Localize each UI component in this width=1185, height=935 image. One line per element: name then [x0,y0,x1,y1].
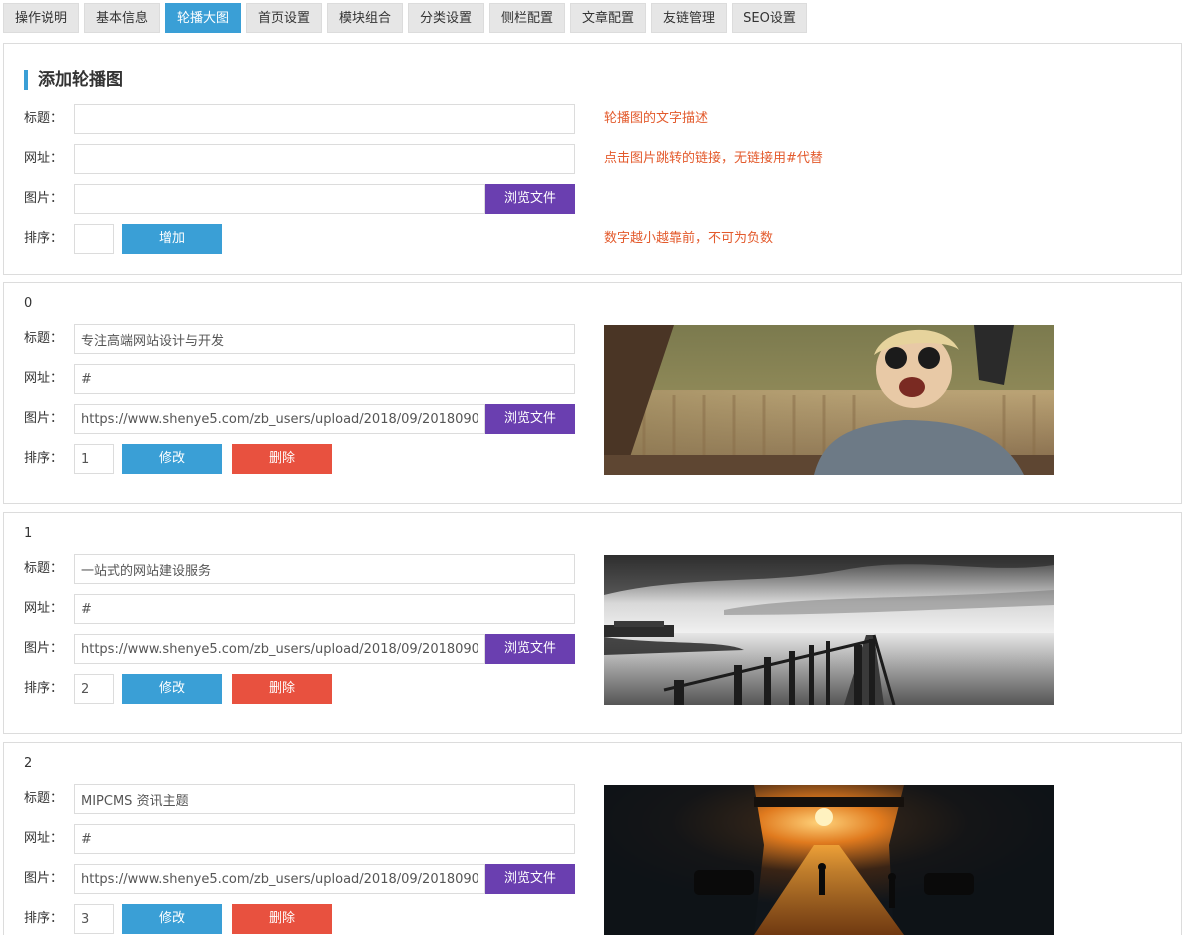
order-label: 排序： [24,681,64,696]
carousel-item-panel: 1 标题： 网址： 图片： 浏览文件 排序： 修改 删除 [3,512,1182,734]
order-input[interactable] [74,444,114,474]
carousel-item-panel: 2 标题： 网址： 图片： 浏览文件 排序： 修改 删除 [3,742,1182,935]
title-label: 标题： [24,111,64,126]
image-label: 图片： [24,641,64,656]
image-label: 图片： [24,871,64,886]
title-label: 标题： [24,561,64,576]
tab-article-config[interactable]: 文章配置 [570,3,646,33]
carousel-item-panel: 0 标题： 网址： 图片： 浏览文件 排序： 修改 删除 [3,282,1182,504]
url-label: 网址： [24,601,64,616]
order-hint: 数字越小越靠前，不可为负数 [604,231,774,246]
url-input[interactable] [74,594,575,624]
order-input[interactable] [74,674,114,704]
tab-basic-info[interactable]: 基本信息 [84,3,160,33]
delete-button[interactable]: 删除 [232,904,332,934]
title-label: 标题： [24,331,64,346]
tab-seo-settings[interactable]: SEO设置 [732,3,807,33]
browse-file-button[interactable]: 浏览文件 [485,184,575,214]
tab-sidebar-config[interactable]: 侧栏配置 [489,3,565,33]
url-input[interactable] [74,824,575,854]
tab-carousel[interactable]: 轮播大图 [165,3,241,33]
item-index: 2 [24,756,33,771]
edit-button[interactable]: 修改 [122,904,222,934]
girl-sunglasses-photo [604,325,1054,475]
add-carousel-panel: 添加轮播图 标题： 轮播图的文字描述 网址： 点击图片跳转的链接，无链接用#代替… [3,43,1182,275]
delete-button[interactable]: 删除 [232,674,332,704]
edit-button[interactable]: 修改 [122,444,222,474]
edit-button[interactable]: 修改 [122,674,222,704]
image-input[interactable] [74,184,485,214]
order-label: 排序： [24,231,64,246]
title-input[interactable] [74,784,575,814]
image-label: 图片： [24,411,64,426]
tab-friend-links[interactable]: 友链管理 [651,3,727,33]
browse-file-button[interactable]: 浏览文件 [485,404,575,434]
tab-module-combination[interactable]: 模块组合 [327,3,403,33]
image-input[interactable] [74,404,485,434]
tab-category-settings[interactable]: 分类设置 [408,3,484,33]
title-input[interactable] [74,554,575,584]
url-label: 网址： [24,831,64,846]
image-label: 图片： [24,191,64,206]
title-input[interactable] [74,104,575,134]
url-label: 网址： [24,151,64,166]
tab-homepage-settings[interactable]: 首页设置 [246,3,322,33]
title-label: 标题： [24,791,64,806]
url-hint: 点击图片跳转的链接，无链接用#代替 [604,151,823,166]
tab-instructions[interactable]: 操作说明 [3,3,79,33]
url-input[interactable] [74,144,575,174]
title-input[interactable] [74,324,575,354]
url-input[interactable] [74,364,575,394]
url-label: 网址： [24,371,64,386]
pier-lake-photo [604,555,1054,705]
browse-file-button[interactable]: 浏览文件 [485,864,575,894]
section-title: 添加轮播图 [24,70,123,90]
image-input[interactable] [74,634,485,664]
add-button[interactable]: 增加 [122,224,222,254]
item-index: 0 [24,296,33,311]
browse-file-button[interactable]: 浏览文件 [485,634,575,664]
delete-button[interactable]: 删除 [232,444,332,474]
order-input[interactable] [74,904,114,934]
order-input[interactable] [74,224,114,254]
image-input[interactable] [74,864,485,894]
title-hint: 轮播图的文字描述 [604,111,709,126]
order-label: 排序： [24,911,64,926]
city-sunset-photo [604,785,1054,935]
order-label: 排序： [24,451,64,466]
item-index: 1 [24,526,33,541]
